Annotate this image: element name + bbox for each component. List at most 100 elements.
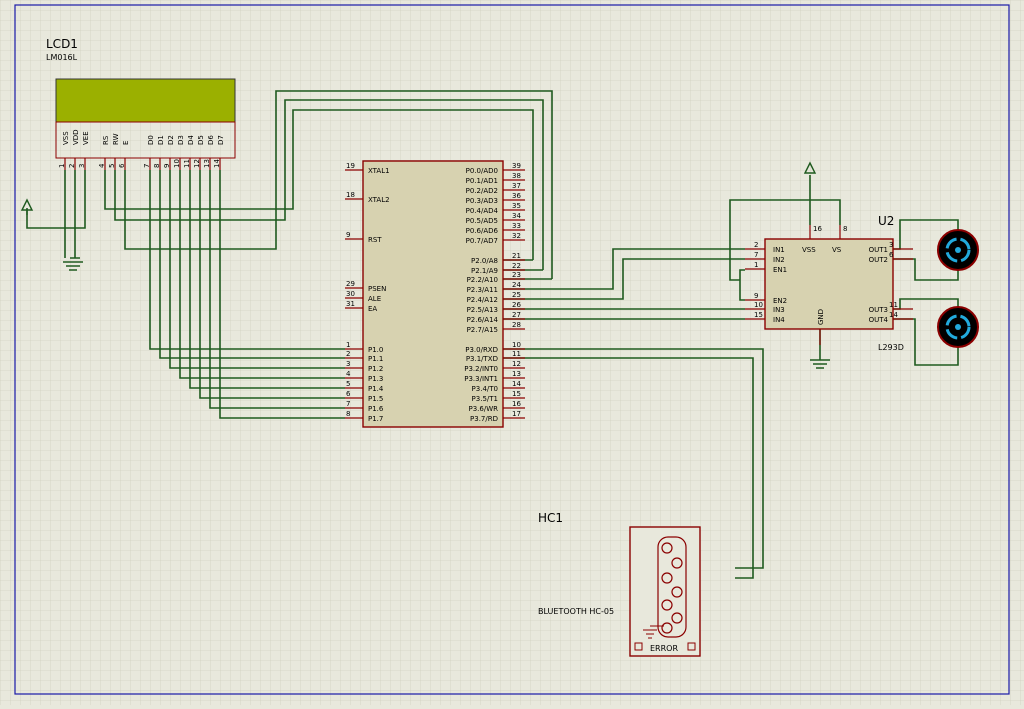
pin-number: 37 [512,182,521,190]
pin-number: 3 [78,164,86,168]
pin-number: 8 [346,410,350,418]
pin-name: OUT3 [869,306,888,314]
pin-number: 8 [153,164,161,168]
pin-name: P3.7/RD [470,415,498,423]
pin-number: 11 [889,301,898,309]
driver-model-label: L293D [878,343,904,352]
pin-name: P0.2/AD2 [466,187,498,195]
pin-number: 6 [118,163,126,168]
pin-name: P0.6/AD6 [466,227,499,235]
pin-number: 4 [98,163,106,168]
pin-number: 24 [512,281,521,289]
pin-number: 22 [512,262,521,270]
pin-name: D5 [197,135,205,145]
pin-name: IN2 [773,256,785,264]
pin-number: 6 [346,390,351,398]
driver-ref-label: U2 [878,214,894,228]
pin-name: IN1 [773,246,785,254]
lcd-ref-label: LCD1 [46,37,78,51]
motor-icon[interactable] [937,229,979,271]
pin-name: P0.4/AD4 [466,207,499,215]
pin-number: 5 [108,164,116,168]
pin-name: P3.5/T1 [472,395,498,403]
pin-name: P0.5/AD5 [466,217,498,225]
pin-name: D0 [147,135,155,145]
pin-name: VEE [82,131,90,145]
pin-name: P3.2/INT0 [464,365,498,373]
pin-name: E [122,141,130,145]
pin-name: P3.3/INT1 [464,375,498,383]
pin-number: 12 [512,360,521,368]
pin-number: 2 [68,164,76,168]
pin-name: P2.3/A11 [467,286,498,294]
pin-name: XTAL2 [368,196,390,204]
pin-number: 2 [754,241,758,249]
pin-number: 9 [346,231,350,239]
pin-number: 31 [346,300,355,308]
pin-number: 35 [512,202,521,210]
pin-number: 36 [512,192,521,200]
pin-name: P2.5/A13 [467,306,498,314]
pin-number: 17 [512,410,521,418]
pin-name: D1 [157,135,165,145]
pin-number: 9 [754,292,758,300]
pin-name: P3.6/WR [469,405,499,413]
pin-number: 4 [346,370,351,378]
pin-name: P2.0/A8 [471,257,498,265]
pin-number: 11 [183,159,191,168]
pin-name: XTAL1 [368,167,390,175]
schematic-svg: LCD1 LM016L VSS 1 VDD 2 VEE 3 RS 4 RW 5 E 6 D0 7 D1 8 D2… [0,0,1024,705]
pin-name: P3.4/T0 [472,385,498,393]
pin-name: P3.0/RXD [465,346,498,354]
lcd-model-label: LM016L [46,53,78,62]
pin-number: 28 [512,321,521,329]
pin-number: 1 [754,261,758,269]
pin-number: 16 [512,400,521,408]
pin-name: P0.7/AD7 [466,237,498,245]
pin-number: 10 [512,341,521,349]
pin-number: 3 [889,241,893,249]
pin-number: 12 [193,159,201,168]
pin-number: 7 [346,400,350,408]
pin-name: D3 [177,135,185,145]
pin-name: GND [817,309,825,325]
pin-number: 7 [143,164,151,168]
motor-icon[interactable] [937,306,979,348]
pin-number: 18 [346,191,355,199]
pin-name: P1.2 [368,365,383,373]
pin-name: VSS [62,131,70,145]
pin-name: P2.4/A12 [467,296,498,304]
pin-name: OUT2 [869,256,888,264]
pin-name: P1.5 [368,395,383,403]
pin-number: 10 [754,301,763,309]
pin-number: 38 [512,172,521,180]
pin-number: 7 [754,251,758,259]
pin-number: 32 [512,232,521,240]
pin-number: 11 [512,350,521,358]
pin-name: P0.0/AD0 [466,167,498,175]
pin-number: 3 [346,360,350,368]
pin-name: IN4 [773,316,785,324]
pin-number: 8 [843,225,847,233]
schematic-canvas[interactable]: LCD1 LM016L VSS 1 VDD 2 VEE 3 RS 4 RW 5 E 6 D0 7 D1 8 D2… [0,0,1024,705]
pin-name: P2.7/A15 [467,326,498,334]
pin-number: 6 [889,251,894,259]
pin-name: OUT4 [869,316,889,324]
pin-number: 14 [889,311,898,319]
pin-number: 21 [512,252,521,260]
pin-number: 10 [173,159,181,168]
pin-name: P1.1 [368,355,383,363]
pin-number: 14 [213,159,221,168]
pin-number: 1 [346,341,350,349]
pin-name: RS [102,135,110,145]
pin-name: IN3 [773,306,785,314]
pin-number: 15 [754,311,763,319]
pin-name: P1.4 [368,385,384,393]
pin-name: P0.1/AD1 [466,177,498,185]
pin-name: P1.3 [368,375,383,383]
pin-name: D4 [187,135,195,145]
pin-name: PSEN [368,285,386,293]
pin-name: D2 [167,135,175,145]
pin-number: 16 [813,225,822,233]
pin-name: P2.1/A9 [471,267,498,275]
